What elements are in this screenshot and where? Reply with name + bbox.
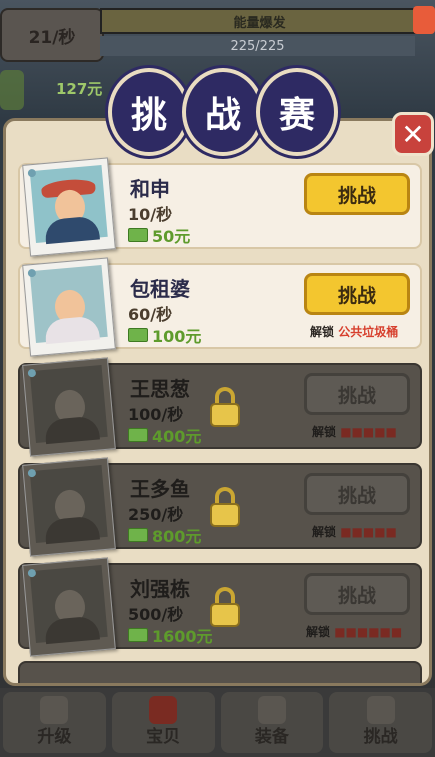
unlock-target: ■■■■■■ [334, 625, 403, 639]
unlock-requirement: 解锁 公共垃圾桶 [310, 323, 398, 340]
lock-icon [210, 587, 240, 627]
opponent-rate: 10/秒 [128, 205, 173, 224]
challenge-panel: 和申 10/秒 50元 挑战 包租婆 60/秒 100元 挑战 解锁 公共垃圾桶 [3, 118, 432, 686]
opponent-reward: 400元 [128, 423, 201, 447]
muscle-arm-icon [40, 696, 69, 724]
opponent-portrait [22, 457, 116, 557]
bottom-nav: 升级 宝贝 装备 挑战 [0, 688, 435, 757]
energy-count-text: 225/225 [230, 38, 285, 54]
nav-treasure[interactable]: 宝贝 [111, 692, 215, 753]
nav-label: 装备 [254, 727, 289, 747]
opponent-card: 王多鱼 250/秒 800元 挑战 解锁 ■■■■■ [18, 457, 422, 557]
close-button[interactable]: ✕ [392, 112, 434, 156]
unlock-requirement: 解锁 ■■■■■■ [306, 623, 402, 640]
reward-amount: 800元 [152, 527, 202, 546]
unlock-requirement: 解锁 ■■■■■ [312, 423, 397, 440]
gloves-icon [257, 696, 286, 724]
energy-bar: 能量爆发 [100, 8, 419, 34]
nav-label: 宝贝 [146, 727, 181, 747]
energy-count: 225/225 [100, 36, 415, 56]
opponent-rate: 100/秒 [128, 405, 184, 424]
challenge-button-disabled: 挑战 [304, 473, 410, 515]
challenge-button[interactable]: 挑战 [304, 273, 410, 315]
opponent-reward: 800元 [128, 523, 201, 547]
opponent-reward: 100元 [128, 323, 201, 347]
fist-icon [366, 696, 395, 724]
opponent-card-partial [18, 661, 422, 683]
cash-icon [128, 228, 148, 242]
opponent-card: 刘强栋 500/秒 1600元 挑战 解锁 ■■■■■■ [18, 557, 422, 657]
nav-upgrade[interactable]: 升级 [3, 692, 106, 753]
cash-icon [128, 428, 148, 442]
opponent-reward: 1600元 [128, 623, 213, 647]
title-char: 挑 [108, 68, 190, 156]
opponent-portrait [22, 157, 116, 257]
opponent-rate: 500/秒 [128, 605, 184, 624]
unlock-target: 公共垃圾桶 [338, 325, 399, 339]
challenge-button[interactable]: 挑战 [304, 173, 410, 215]
opponent-portrait [22, 357, 116, 457]
challenge-button-disabled: 挑战 [304, 373, 410, 415]
opponent-card: 王思葱 100/秒 400元 挑战 解锁 ■■■■■ [18, 357, 422, 457]
reward-amount: 400元 [152, 427, 202, 446]
unlock-prefix: 解锁 [312, 525, 337, 539]
opponent-name: 王多鱼 [130, 477, 190, 501]
close-icon: ✕ [401, 117, 425, 151]
opponent-name: 和申 [130, 177, 170, 201]
opponent-portrait [22, 557, 116, 657]
title-char: 赛 [256, 68, 338, 156]
opponent-name: 刘强栋 [130, 577, 190, 601]
title-char: 战 [182, 68, 264, 156]
unlock-requirement: 解锁 ■■■■■ [312, 523, 397, 540]
opponent-rate: 250/秒 [128, 505, 184, 524]
lock-icon [210, 487, 240, 527]
page-title: 挑 战 赛 [108, 68, 338, 156]
reward-amount: 50元 [152, 227, 191, 246]
income-rate-text: 21/秒 [28, 27, 76, 48]
nav-equipment[interactable]: 装备 [220, 692, 324, 753]
challenge-button-disabled: 挑战 [304, 573, 410, 615]
unlock-target: ■■■■■ [340, 425, 397, 439]
nav-label: 挑战 [363, 727, 398, 747]
trash-can-icon [149, 696, 178, 724]
opponent-name: 包租婆 [130, 277, 190, 301]
background-character [0, 70, 24, 110]
reward-amount: 100元 [152, 327, 202, 346]
cash-icon [128, 528, 148, 542]
floating-money: 127元 [56, 80, 103, 98]
unlock-prefix: 解锁 [310, 325, 335, 339]
opponent-rate: 60/秒 [128, 305, 173, 324]
unlock-target: ■■■■■ [340, 525, 397, 539]
income-rate-box: 21/秒 [0, 8, 104, 62]
energy-label: 能量爆发 [233, 15, 286, 31]
nav-label: 升级 [37, 727, 72, 747]
gift-icon[interactable] [413, 6, 435, 34]
opponent-card: 和申 10/秒 50元 挑战 [18, 157, 422, 257]
unlock-prefix: 解锁 [312, 425, 337, 439]
opponent-portrait [22, 257, 116, 357]
cash-icon [128, 628, 148, 642]
reward-amount: 1600元 [152, 627, 213, 646]
opponent-card: 包租婆 60/秒 100元 挑战 解锁 公共垃圾桶 [18, 257, 422, 357]
cash-icon [128, 328, 148, 342]
unlock-prefix: 解锁 [306, 625, 331, 639]
opponent-name: 王思葱 [130, 377, 190, 401]
lock-icon [210, 387, 240, 427]
opponent-reward: 50元 [128, 223, 190, 247]
nav-challenge[interactable]: 挑战 [329, 692, 432, 753]
